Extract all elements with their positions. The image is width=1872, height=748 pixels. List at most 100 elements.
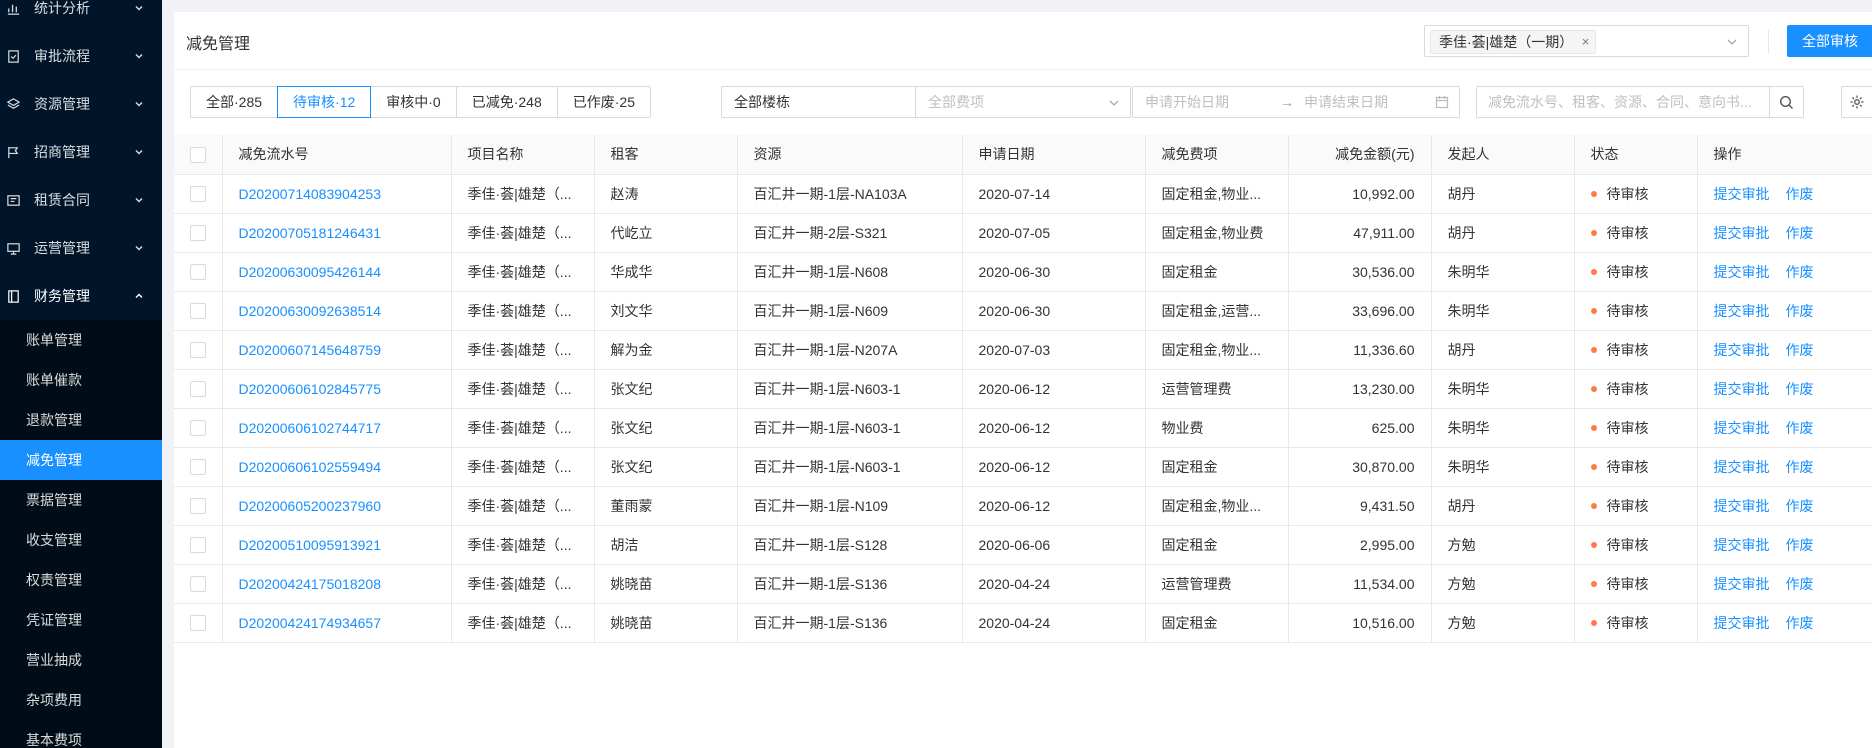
- start-date-input[interactable]: 申请开始日期: [1145, 87, 1229, 117]
- row-checkbox[interactable]: [189, 615, 206, 632]
- submit-approval-link[interactable]: 提交审批: [1714, 225, 1770, 241]
- sidebar-item-misc-fees[interactable]: 杂项费用: [0, 680, 162, 720]
- submit-approval-link[interactable]: 提交审批: [1714, 459, 1770, 475]
- menu-group-approval[interactable]: 审批流程: [0, 32, 162, 80]
- sidebar-item-income-expense[interactable]: 收支管理: [0, 520, 162, 560]
- close-icon[interactable]: ×: [1582, 31, 1590, 53]
- void-link[interactable]: 作废: [1786, 459, 1814, 475]
- fee-item-select[interactable]: 全部费项: [915, 86, 1131, 118]
- submit-approval-link[interactable]: 提交审批: [1714, 576, 1770, 592]
- void-link[interactable]: 作废: [1786, 576, 1814, 592]
- sidebar-item-invoice-management[interactable]: 票据管理: [0, 480, 162, 520]
- waiver-id-link[interactable]: D20200630095426144: [239, 264, 381, 280]
- search-button[interactable]: [1769, 86, 1803, 118]
- table-row[interactable]: D20200424174934657 季佳·荟|雄楚（... 姚晓苗 百汇井一期-1层…: [174, 603, 1872, 643]
- row-checkbox[interactable]: [189, 264, 206, 281]
- menu-group-investment[interactable]: 招商管理: [0, 128, 162, 176]
- waiver-id-link[interactable]: D20200606102744717: [239, 420, 381, 436]
- void-link[interactable]: 作废: [1786, 615, 1814, 631]
- waiver-id-link[interactable]: D20200714083904253: [239, 186, 381, 202]
- waiver-id-link[interactable]: D20200606102845775: [239, 381, 381, 397]
- table-row[interactable]: D20200630095426144 季佳·荟|雄楚（... 华成华 百汇井一期-1层…: [174, 252, 1872, 292]
- table-row[interactable]: D20200510095913921 季佳·荟|雄楚（... 胡洁 百汇井一期-1层-…: [174, 525, 1872, 565]
- sidebar-item-sales-commission[interactable]: 营业抽成: [0, 640, 162, 680]
- row-checkbox[interactable]: [189, 498, 206, 515]
- submit-approval-link[interactable]: 提交审批: [1714, 264, 1770, 280]
- table-settings-button[interactable]: [1841, 86, 1872, 118]
- row-checkbox[interactable]: [189, 459, 206, 476]
- void-link[interactable]: 作废: [1786, 537, 1814, 553]
- sidebar-item-voucher-management[interactable]: 凭证管理: [0, 600, 162, 640]
- void-link[interactable]: 作废: [1786, 498, 1814, 514]
- void-link[interactable]: 作废: [1786, 342, 1814, 358]
- date-range-picker[interactable]: 申请开始日期 → 申请结束日期: [1132, 86, 1460, 118]
- row-checkbox[interactable]: [189, 303, 206, 320]
- waiver-id-link[interactable]: D20200424174934657: [239, 615, 381, 631]
- tab-voided[interactable]: 已作废·25: [556, 86, 651, 118]
- waiver-id-link[interactable]: D20200607145648759: [239, 342, 381, 358]
- end-date-input[interactable]: 申请结束日期: [1304, 87, 1388, 117]
- tab-pending[interactable]: 待审核·12: [277, 86, 372, 118]
- submit-approval-link[interactable]: 提交审批: [1714, 342, 1770, 358]
- approve-all-button[interactable]: 全部审核: [1787, 25, 1872, 57]
- search-input[interactable]: [1477, 87, 1767, 117]
- row-checkbox[interactable]: [189, 186, 206, 203]
- void-link[interactable]: 作废: [1786, 186, 1814, 202]
- sidebar-item-basic-fee-items[interactable]: 基本费项: [0, 720, 162, 748]
- table-row[interactable]: D20200705181246431 季佳·荟|雄楚（... 代屹立 百汇井一期-2层…: [174, 213, 1872, 253]
- tab-waived[interactable]: 已减免·248: [455, 86, 558, 118]
- column-header[interactable]: 减免流水号: [222, 135, 452, 175]
- column-header[interactable]: 资源: [737, 135, 963, 175]
- submit-approval-link[interactable]: 提交审批: [1714, 381, 1770, 397]
- row-checkbox[interactable]: [189, 576, 206, 593]
- menu-group-operations[interactable]: 运营管理: [0, 224, 162, 272]
- sidebar-item-bill-management[interactable]: 账单管理: [0, 320, 162, 360]
- table-row[interactable]: D20200607145648759 季佳·荟|雄楚（... 解为金 百汇井一期-1层…: [174, 330, 1872, 370]
- building-select[interactable]: 全部楼栋: [721, 86, 937, 118]
- column-header[interactable]: 租客: [594, 135, 738, 175]
- waiver-id-link[interactable]: D20200606102559494: [239, 459, 381, 475]
- waiver-id-link[interactable]: D20200605200237960: [239, 498, 381, 514]
- submit-approval-link[interactable]: 提交审批: [1714, 615, 1770, 631]
- waiver-id-link[interactable]: D20200424175018208: [239, 576, 381, 592]
- table-row[interactable]: D20200714083904253 季佳·荟|雄楚（... 赵涛 百汇井一期-1层-…: [174, 174, 1872, 214]
- void-link[interactable]: 作废: [1786, 381, 1814, 397]
- table-row[interactable]: D20200630092638514 季佳·荟|雄楚（... 刘文华 百汇井一期-1层…: [174, 291, 1872, 331]
- column-header[interactable]: 减免金额(元): [1288, 135, 1432, 175]
- column-header[interactable]: 减免费项: [1145, 135, 1289, 175]
- table-row[interactable]: D20200606102744717 季佳·荟|雄楚（... 张文纪 百汇井一期-1层…: [174, 408, 1872, 448]
- menu-group-lease-contract[interactable]: 租赁合同: [0, 176, 162, 224]
- menu-group-resources[interactable]: 资源管理: [0, 80, 162, 128]
- submit-approval-link[interactable]: 提交审批: [1714, 420, 1770, 436]
- void-link[interactable]: 作废: [1786, 264, 1814, 280]
- column-header[interactable]: 项目名称: [451, 135, 595, 175]
- row-checkbox[interactable]: [189, 420, 206, 437]
- row-checkbox[interactable]: [189, 537, 206, 554]
- table-row[interactable]: D20200606102845775 季佳·荟|雄楚（... 张文纪 百汇井一期-1层…: [174, 369, 1872, 409]
- submit-approval-link[interactable]: 提交审批: [1714, 537, 1770, 553]
- column-header[interactable]: 状态: [1574, 135, 1698, 175]
- menu-group-finance[interactable]: 财务管理: [0, 272, 162, 320]
- submit-approval-link[interactable]: 提交审批: [1714, 303, 1770, 319]
- select-all-checkbox[interactable]: [189, 146, 206, 163]
- menu-group-statistics[interactable]: 统计分析: [0, 0, 162, 32]
- row-checkbox[interactable]: [189, 342, 206, 359]
- void-link[interactable]: 作废: [1786, 420, 1814, 436]
- waiver-id-link[interactable]: D20200510095913921: [239, 537, 381, 553]
- void-link[interactable]: 作废: [1786, 225, 1814, 241]
- submit-approval-link[interactable]: 提交审批: [1714, 498, 1770, 514]
- table-row[interactable]: D20200424175018208 季佳·荟|雄楚（... 姚晓苗 百汇井一期-1层…: [174, 564, 1872, 604]
- column-header[interactable]: 申请日期: [962, 135, 1146, 175]
- submit-approval-link[interactable]: 提交审批: [1714, 186, 1770, 202]
- project-select[interactable]: 季佳·荟|雄楚（一期） ×: [1424, 25, 1749, 57]
- sidebar-item-refund-management[interactable]: 退款管理: [0, 400, 162, 440]
- row-checkbox[interactable]: [189, 225, 206, 242]
- waiver-id-link[interactable]: D20200705181246431: [239, 225, 381, 241]
- tab-reviewing[interactable]: 审核中·0: [370, 86, 457, 118]
- sidebar-item-accrual-management[interactable]: 权责管理: [0, 560, 162, 600]
- sidebar-item-waiver-management[interactable]: 减免管理: [0, 440, 162, 480]
- table-row[interactable]: D20200605200237960 季佳·荟|雄楚（... 董雨蒙 百汇井一期-1层…: [174, 486, 1872, 526]
- table-row[interactable]: D20200606102559494 季佳·荟|雄楚（... 张文纪 百汇井一期-1层…: [174, 447, 1872, 487]
- tab-all[interactable]: 全部·285: [190, 86, 279, 118]
- waiver-id-link[interactable]: D20200630092638514: [239, 303, 381, 319]
